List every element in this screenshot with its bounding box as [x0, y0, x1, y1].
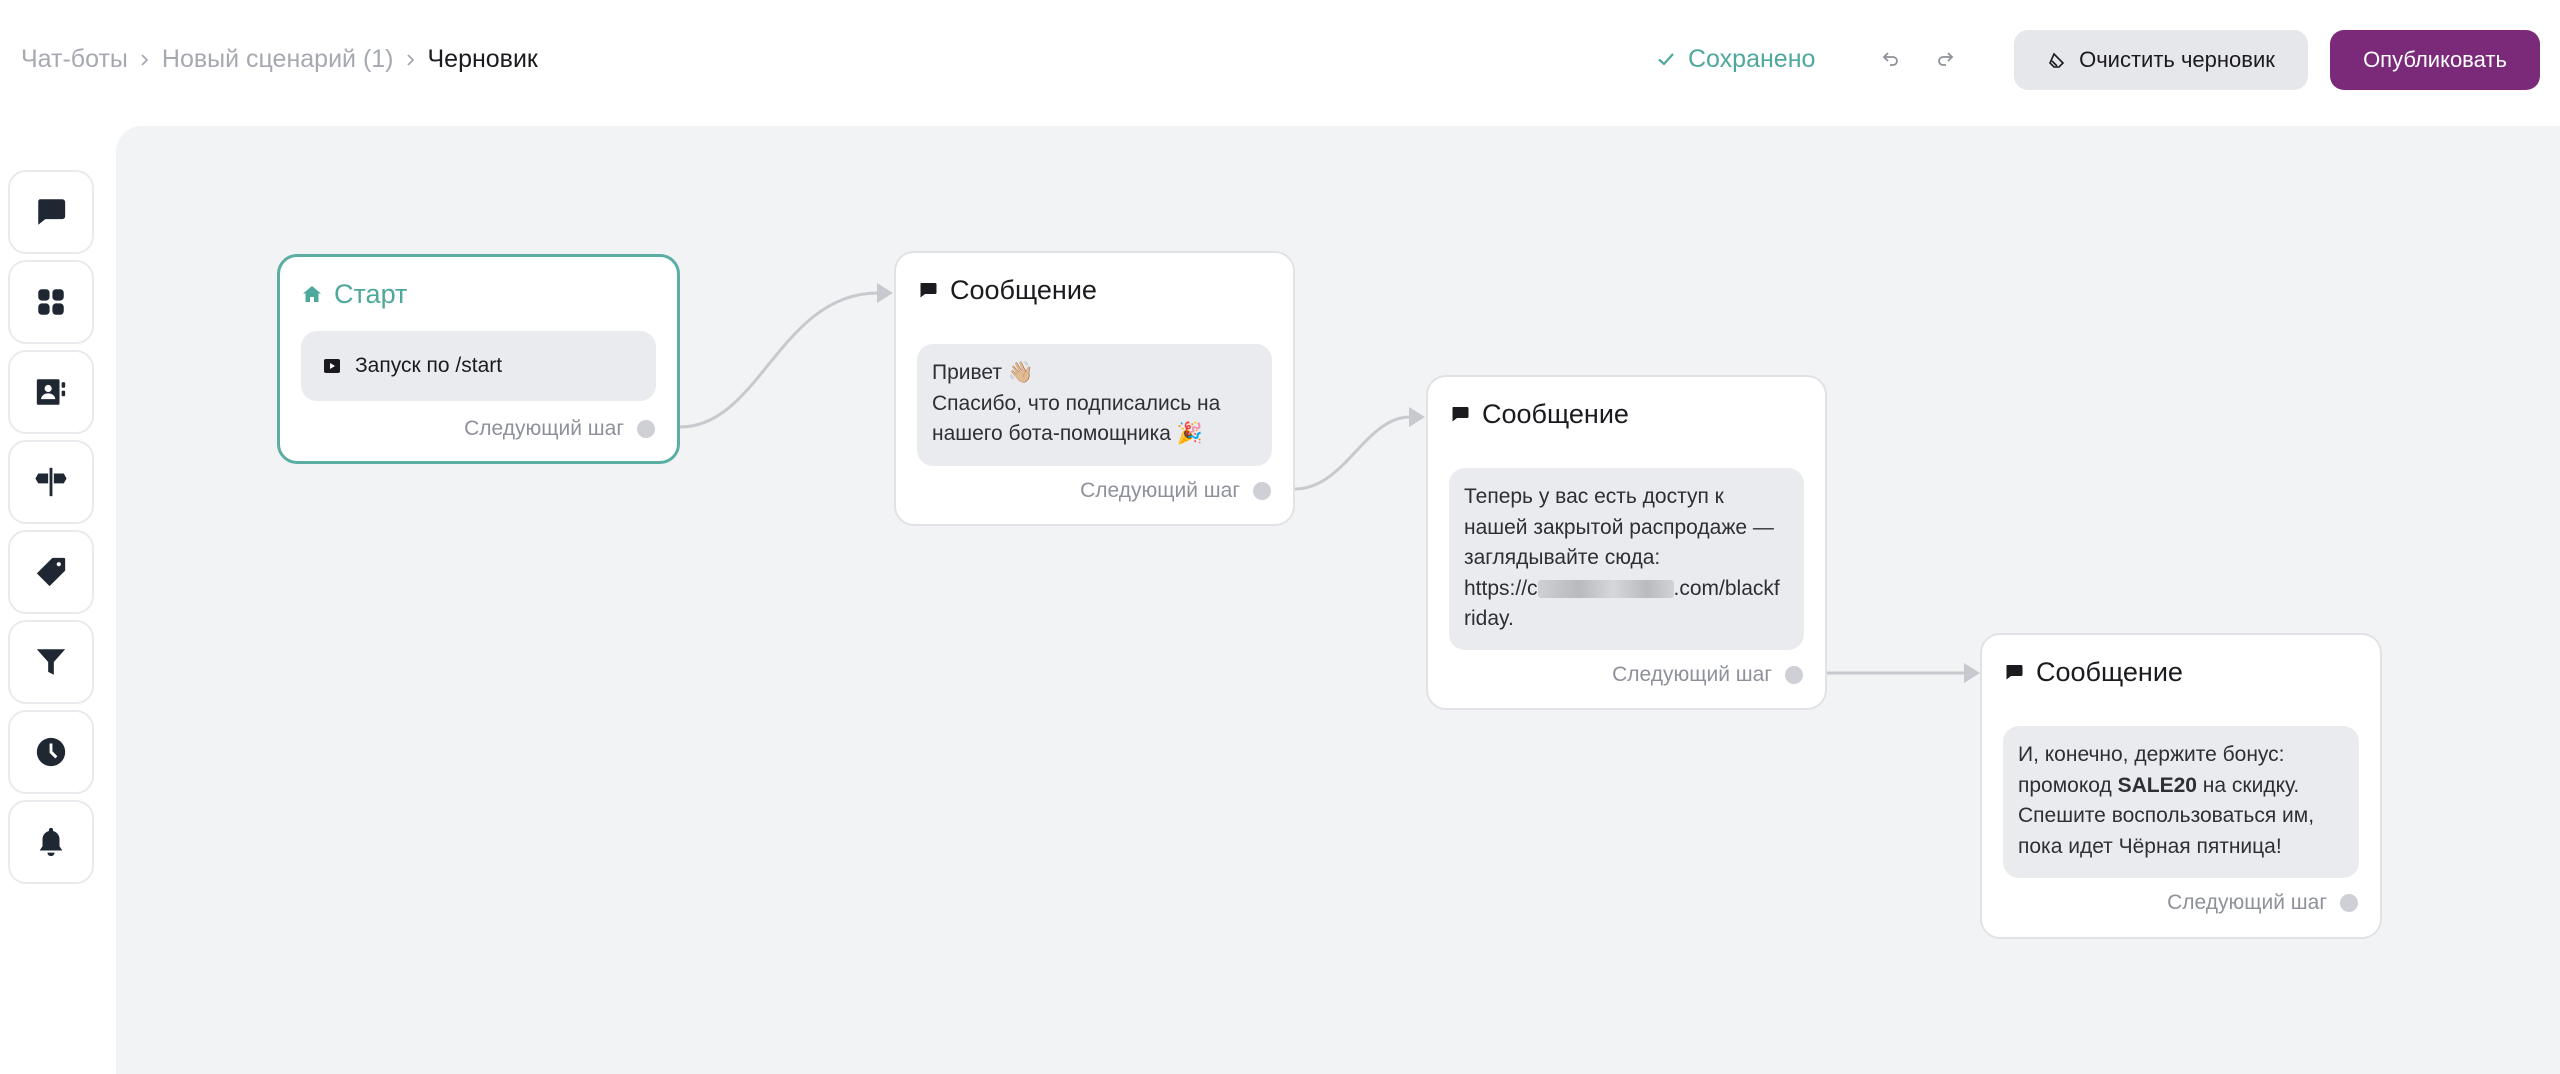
breadcrumb-chatbots[interactable]: Чат-боты: [21, 42, 128, 76]
chevron-right-icon: [394, 42, 428, 76]
chevron-right-icon: [128, 42, 162, 76]
message-line: И, конечно, держите бонус:: [2018, 743, 2285, 766]
message-node-title: Сообщение: [950, 275, 1097, 305]
tool-notification[interactable]: [8, 800, 94, 884]
message-line: riday.: [1464, 607, 1514, 630]
message-node-header: Сообщение: [1450, 397, 1629, 431]
message-link[interactable]: https://c .com/blackf: [1464, 574, 1789, 605]
eraser-icon: [2049, 52, 2065, 68]
output-port[interactable]: [1785, 666, 1803, 684]
message-node-header: Сообщение: [2004, 655, 2183, 689]
message-line: пока идет Чёрная пятница!: [2018, 834, 2282, 858]
undo-icon: [1882, 52, 1898, 66]
message-icon: [920, 283, 937, 298]
message-node[interactable]: Сообщение И, конечно, держите бонус: про…: [1980, 633, 2382, 939]
play-video-icon: [324, 359, 340, 373]
bell-icon: [39, 827, 63, 857]
start-next-step: Следующий шаг: [464, 414, 655, 444]
message-node-title: Сообщение: [1482, 399, 1629, 429]
message-line: промокод SALE20 на скидку.: [2018, 773, 2300, 797]
breadcrumb-draft: Черновик: [427, 45, 538, 73]
message-node[interactable]: Сообщение Теперь у вас есть доступ к наш…: [1426, 375, 1827, 710]
promo-code: SALE20: [2117, 773, 2197, 797]
output-port[interactable]: [2340, 894, 2358, 912]
message-next-step: Следующий шаг: [1612, 660, 1803, 690]
message-bubble[interactable]: Привет 👋🏼 Спасибо, что подписались на на…: [917, 344, 1272, 466]
contact-card-icon: [36, 379, 66, 405]
message-line: нашей закрытой распродаже —: [1464, 515, 1774, 539]
tool-delay[interactable]: [8, 710, 94, 794]
redo-icon: [1938, 52, 1954, 66]
clear-draft-button[interactable]: Очистить черновик: [2014, 30, 2308, 90]
start-node[interactable]: Старт Запуск по /start Следующий шаг: [277, 254, 680, 464]
split-icon: [35, 467, 67, 497]
tool-filter[interactable]: [8, 620, 94, 704]
message-node[interactable]: Сообщение Привет 👋🏼 Спасибо, что подписа…: [894, 251, 1295, 526]
message-icon: [1452, 407, 1469, 422]
message-line: заглядывайте сюда:: [1464, 546, 1661, 569]
redacted-text: [1537, 579, 1674, 598]
tool-contact[interactable]: [8, 350, 94, 434]
message-icon: [38, 199, 66, 225]
message-next-step: Следующий шаг: [2167, 888, 2358, 918]
breadcrumb-scenario[interactable]: Новый сценарий (1): [162, 42, 394, 76]
message-line: Спешите воспользоваться им,: [2018, 804, 2315, 827]
apps-icon: [38, 289, 64, 315]
save-status: Сохранено: [1656, 42, 1815, 76]
message-node-title: Сообщение: [2036, 657, 2183, 687]
output-port[interactable]: [1253, 482, 1271, 500]
output-port[interactable]: [637, 420, 655, 438]
save-status-label: Сохранено: [1688, 45, 1816, 73]
next-step-label: Следующий шаг: [464, 417, 624, 440]
message-line: Привет 👋🏼: [932, 361, 1035, 384]
tool-apps[interactable]: [8, 260, 94, 344]
message-bubble[interactable]: Теперь у вас есть доступ к нашей закрыто…: [1449, 468, 1804, 650]
tag-icon: [36, 557, 66, 587]
top-bar: Чат-боты Новый сценарий (1) Черновик Сох…: [0, 0, 2560, 118]
publish-button[interactable]: Опубликовать: [2330, 30, 2540, 90]
start-trigger[interactable]: Запуск по /start: [301, 331, 656, 401]
message-node-header: Сообщение: [918, 273, 1097, 307]
message-icon: [2006, 665, 2023, 680]
message-bubble[interactable]: И, конечно, держите бонус: промокод SALE…: [2003, 726, 2359, 878]
start-node-title: Старт: [334, 279, 408, 309]
next-step-label: Следующий шаг: [1612, 663, 1772, 686]
redo-button[interactable]: [1931, 44, 1961, 74]
start-node-header: Старт: [302, 277, 407, 311]
check-icon: [1658, 53, 1674, 66]
tool-message[interactable]: [8, 170, 94, 254]
start-trigger-label: Запуск по /start: [355, 353, 503, 377]
filter-icon: [36, 649, 66, 675]
breadcrumb: Чат-боты Новый сценарий (1) Черновик: [21, 42, 538, 76]
message-next-step: Следующий шаг: [1080, 476, 1271, 506]
clear-draft-label: Очистить черновик: [2079, 47, 2275, 72]
tool-tag[interactable]: [8, 530, 94, 614]
next-step-label: Следующий шаг: [2167, 891, 2327, 914]
home-icon: [303, 286, 321, 302]
tool-split[interactable]: [8, 440, 94, 524]
undo-button[interactable]: [1875, 44, 1905, 74]
message-line: Спасибо, что подписались на: [932, 391, 1221, 415]
message-line: нашего бота-помощника 🎉: [932, 422, 1203, 445]
next-step-label: Следующий шаг: [1080, 479, 1240, 502]
message-line: Теперь у вас есть доступ к: [1464, 485, 1724, 508]
clock-icon: [36, 737, 66, 767]
